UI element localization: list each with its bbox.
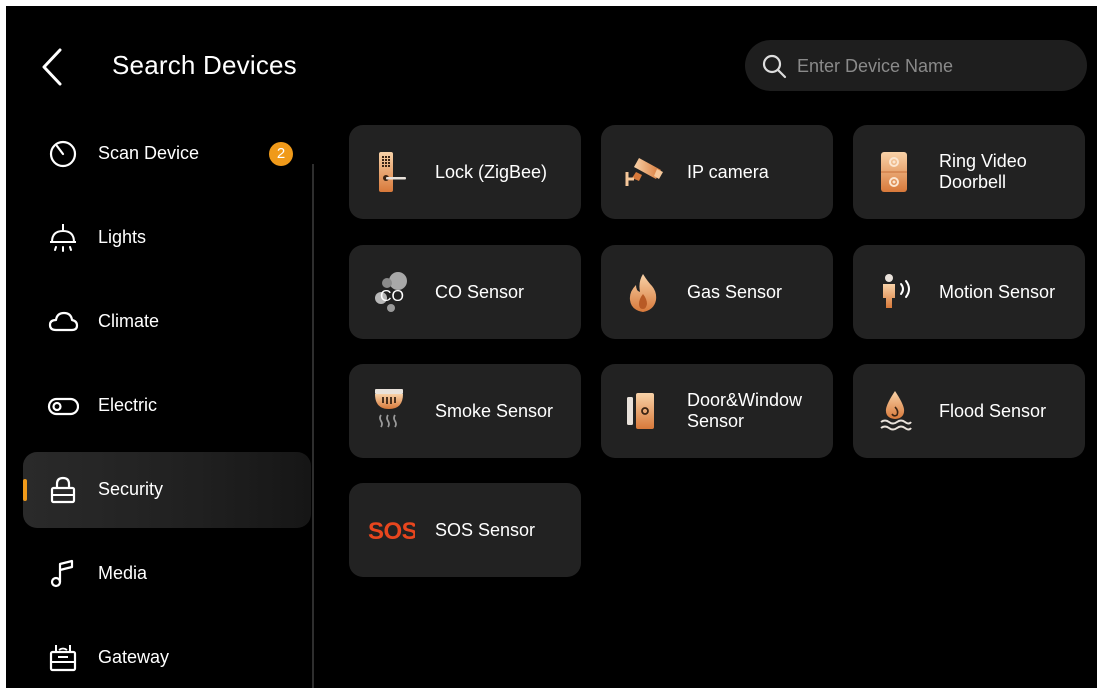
video-doorbell-icon [881, 152, 907, 192]
cloud-icon [48, 311, 79, 332]
device-card-smoke-sensor[interactable]: Smoke Sensor [349, 364, 581, 458]
ceiling-lamp-icon [50, 224, 76, 252]
gateway-icon [49, 645, 77, 672]
device-card-label: Motion Sensor [939, 281, 1056, 302]
sidebar-item-label: Security [98, 479, 164, 499]
lock-icon [50, 476, 76, 504]
security-camera-icon [625, 158, 663, 186]
device-card-label: Smoke Sensor [435, 400, 554, 421]
sidebar-item-label: Media [98, 563, 148, 583]
app-screen: Search Devices Scan Device 2 [6, 6, 1097, 688]
device-card-motion-sensor[interactable]: Motion Sensor [853, 245, 1085, 339]
smoke-detector-icon [375, 389, 403, 428]
category-sidebar: Scan Device 2 Lights Climate Electric Se… [6, 116, 316, 688]
device-card-label: Ring Video Doorbell [939, 151, 1027, 192]
music-note-icon [50, 559, 74, 588]
top-bar: Search Devices [6, 6, 1097, 116]
sidebar-item-lights[interactable]: Lights [23, 200, 311, 276]
device-card-label: Door&Window Sensor [687, 390, 803, 431]
co-sensor-icon: CO [375, 272, 407, 312]
sidebar-item-label: Electric [98, 395, 158, 415]
sos-icon: SOS [368, 518, 415, 545]
sos-label-text: SOS [368, 518, 415, 545]
scan-count-badge: 2 [269, 142, 293, 166]
flame-icon [629, 274, 657, 312]
device-card-ip-camera[interactable]: IP camera [601, 125, 833, 219]
search-input[interactable] [795, 40, 1074, 93]
device-card-ring-video-doorbell[interactable]: Ring Video Doorbell [853, 125, 1085, 219]
sidebar-item-climate[interactable]: Climate [23, 284, 311, 360]
door-window-sensor-icon [627, 393, 654, 429]
water-drop-icon [880, 391, 912, 431]
sidebar-item-label: Lights [98, 227, 147, 247]
toggle-switch-icon [47, 397, 79, 416]
device-card-label: Gas Sensor [687, 281, 783, 302]
sidebar-item-scan-device[interactable]: Scan Device 2 [23, 116, 311, 192]
timer-icon [49, 140, 77, 168]
sidebar-item-label: Climate [98, 311, 160, 331]
motion-sensor-icon [883, 274, 910, 308]
co-label-text: CO [380, 288, 404, 305]
sidebar-item-media[interactable]: Media [23, 536, 311, 612]
sidebar-divider [312, 164, 314, 688]
sidebar-item-security[interactable]: Security [23, 452, 311, 528]
sidebar-item-label: Scan Device [98, 143, 200, 163]
device-card-gas-sensor[interactable]: Gas Sensor [601, 245, 833, 339]
device-card-label: SOS Sensor [435, 519, 536, 540]
device-card-door-window-sensor[interactable]: Door&Window Sensor [601, 364, 833, 458]
sidebar-item-gateway[interactable]: Gateway [23, 620, 311, 688]
device-card-flood-sensor[interactable]: Flood Sensor [853, 364, 1085, 458]
device-card-label: Flood Sensor [939, 400, 1047, 421]
chevron-left-icon[interactable] [36, 46, 72, 88]
active-indicator [23, 479, 27, 501]
device-card-label: CO Sensor [435, 281, 525, 302]
search-icon [762, 54, 787, 79]
sidebar-item-label: Gateway [98, 647, 170, 667]
device-card-sos-sensor[interactable]: SOS SOS Sensor [349, 483, 581, 577]
device-card-co-sensor[interactable]: CO CO Sensor [349, 245, 581, 339]
door-lock-icon [379, 152, 406, 192]
sidebar-item-electric[interactable]: Electric [23, 368, 311, 444]
page-title: Search Devices [112, 50, 297, 80]
device-card-label: IP camera [687, 161, 769, 182]
device-card-lock-zigbee[interactable]: Lock (ZigBee) [349, 125, 581, 219]
device-card-label: Lock (ZigBee) [435, 161, 548, 182]
search-bar[interactable] [745, 40, 1087, 93]
